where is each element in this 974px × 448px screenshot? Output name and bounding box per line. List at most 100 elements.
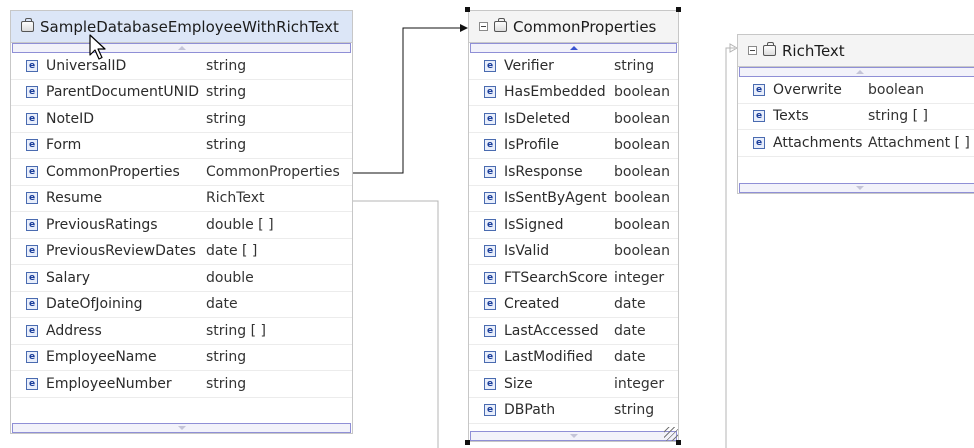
- field-name: ParentDocumentUNID: [46, 84, 199, 101]
- field-type: date: [614, 296, 646, 313]
- field-row[interactable]: e EmployeeNumber string: [11, 371, 352, 398]
- element-icon: e: [26, 298, 38, 311]
- field-row[interactable]: e UniversalID string: [11, 53, 352, 80]
- field-row[interactable]: e IsSentByAgent boolean: [469, 186, 678, 212]
- element-icon: e: [26, 377, 38, 390]
- field-row[interactable]: e NoteID string: [11, 106, 352, 133]
- collapse-icon[interactable]: [479, 22, 488, 31]
- field-type: date: [206, 296, 238, 313]
- element-icon: e: [484, 298, 496, 311]
- field-name: UniversalID: [46, 57, 127, 74]
- element-icon: e: [484, 139, 496, 152]
- table-title: CommonProperties: [513, 17, 657, 36]
- field-row[interactable]: e PreviousRatings double [ ]: [11, 212, 352, 239]
- field-row[interactable]: e Verifier string: [469, 53, 678, 80]
- field-type: date: [614, 322, 646, 339]
- field-name: IsSentByAgent: [504, 190, 607, 207]
- element-icon: e: [26, 218, 38, 231]
- field-type: double: [206, 269, 254, 286]
- field-row[interactable]: e HasEmbedded boolean: [469, 80, 678, 106]
- field-row[interactable]: e Attachments Attachment [ ]: [738, 130, 974, 157]
- element-icon: e: [26, 245, 38, 258]
- field-type: string: [206, 349, 247, 366]
- connector-richtext: [725, 47, 735, 448]
- field-row[interactable]: e DateOfJoining date: [11, 292, 352, 318]
- field-row[interactable]: e IsDeleted boolean: [469, 106, 678, 133]
- field-row[interactable]: e Overwrite boolean: [738, 77, 974, 104]
- field-type: boolean: [614, 216, 670, 233]
- field-row[interactable]: e Created date: [469, 292, 678, 318]
- element-icon: e: [26, 351, 38, 364]
- element-icon: e: [484, 271, 496, 284]
- scroll-up-button[interactable]: [739, 67, 974, 77]
- field-name: CommonProperties: [46, 163, 180, 180]
- table-rich-text[interactable]: RichText e Overwrite boolean e Texts string […: [737, 34, 974, 194]
- field-row[interactable]: e ParentDocumentUNID string: [11, 80, 352, 106]
- table-header[interactable]: CommonProperties: [469, 11, 678, 43]
- scroll-up-button[interactable]: [12, 43, 351, 53]
- field-type: Attachment [ ]: [868, 134, 970, 151]
- field-type: boolean: [614, 243, 670, 260]
- field-row[interactable]: e IsResponse boolean: [469, 159, 678, 186]
- element-icon: e: [484, 218, 496, 231]
- selection-handle[interactable]: [676, 7, 681, 12]
- table-common-properties[interactable]: CommonProperties e Verifier string e HasEmbe…: [468, 10, 679, 442]
- field-row[interactable]: e LastModified date: [469, 345, 678, 371]
- table-header[interactable]: SampleDatabaseEmployeeWithRichText: [11, 11, 352, 43]
- class-icon: [763, 42, 776, 56]
- field-name: Overwrite: [773, 81, 842, 98]
- scroll-down-button[interactable]: [470, 431, 677, 441]
- scroll-up-button[interactable]: [470, 43, 677, 53]
- element-icon: e: [484, 165, 496, 178]
- field-row[interactable]: e EmployeeName string: [11, 345, 352, 371]
- element-icon: e: [26, 139, 38, 152]
- field-name: Attachments: [773, 134, 863, 151]
- field-name: Salary: [46, 269, 90, 286]
- field-list: e Verifier string e HasEmbedded boolean e IsDel…: [469, 53, 678, 424]
- element-icon: e: [26, 324, 38, 337]
- field-name: HasEmbedded: [504, 84, 606, 101]
- element-icon: e: [26, 112, 38, 125]
- field-name: Texts: [773, 108, 809, 125]
- element-icon: e: [484, 112, 496, 125]
- field-type: string: [206, 84, 247, 101]
- field-name: Verifier: [504, 57, 554, 74]
- field-row[interactable]: e Size integer: [469, 371, 678, 398]
- table-employee[interactable]: SampleDatabaseEmployeeWithRichText e Univ…: [10, 10, 353, 434]
- field-row[interactable]: e CommonProperties CommonProperties: [11, 159, 352, 186]
- element-icon: e: [26, 59, 38, 72]
- field-type: string: [614, 57, 655, 74]
- field-type: boolean: [868, 81, 924, 98]
- field-row[interactable]: e LastAccessed date: [469, 318, 678, 345]
- field-row[interactable]: e IsProfile boolean: [469, 133, 678, 159]
- field-row[interactable]: e IsSigned boolean: [469, 212, 678, 239]
- field-row[interactable]: e Address string [ ]: [11, 318, 352, 345]
- field-name: EmployeeNumber: [46, 375, 172, 392]
- field-type: boolean: [614, 163, 670, 180]
- field-row[interactable]: e Texts string [ ]: [738, 104, 974, 130]
- connector-arrowhead: [460, 24, 468, 32]
- element-icon: e: [484, 351, 496, 364]
- field-type: RichText: [206, 190, 265, 207]
- scroll-down-button[interactable]: [739, 183, 974, 193]
- field-name: Size: [504, 375, 533, 392]
- field-row[interactable]: e PreviousReviewDates date [ ]: [11, 239, 352, 265]
- collapse-icon[interactable]: [748, 46, 757, 55]
- selection-handle[interactable]: [465, 7, 470, 12]
- field-row[interactable]: e FTSearchScore integer: [469, 265, 678, 292]
- table-header[interactable]: RichText: [738, 35, 974, 67]
- field-row[interactable]: e Resume RichText: [11, 186, 352, 212]
- field-type: string: [206, 137, 247, 154]
- resize-grip-icon[interactable]: [664, 427, 678, 441]
- scroll-down-button[interactable]: [12, 423, 351, 433]
- field-row[interactable]: e DBPath string: [469, 398, 678, 424]
- field-type: string: [206, 110, 247, 127]
- selection-handle[interactable]: [676, 440, 681, 445]
- field-row[interactable]: e IsValid boolean: [469, 239, 678, 265]
- field-type: string [ ]: [206, 322, 267, 339]
- element-icon: e: [26, 271, 38, 284]
- field-row[interactable]: e Form string: [11, 133, 352, 159]
- field-type: boolean: [614, 137, 670, 154]
- field-row[interactable]: e Salary double: [11, 265, 352, 292]
- selection-handle[interactable]: [465, 440, 470, 445]
